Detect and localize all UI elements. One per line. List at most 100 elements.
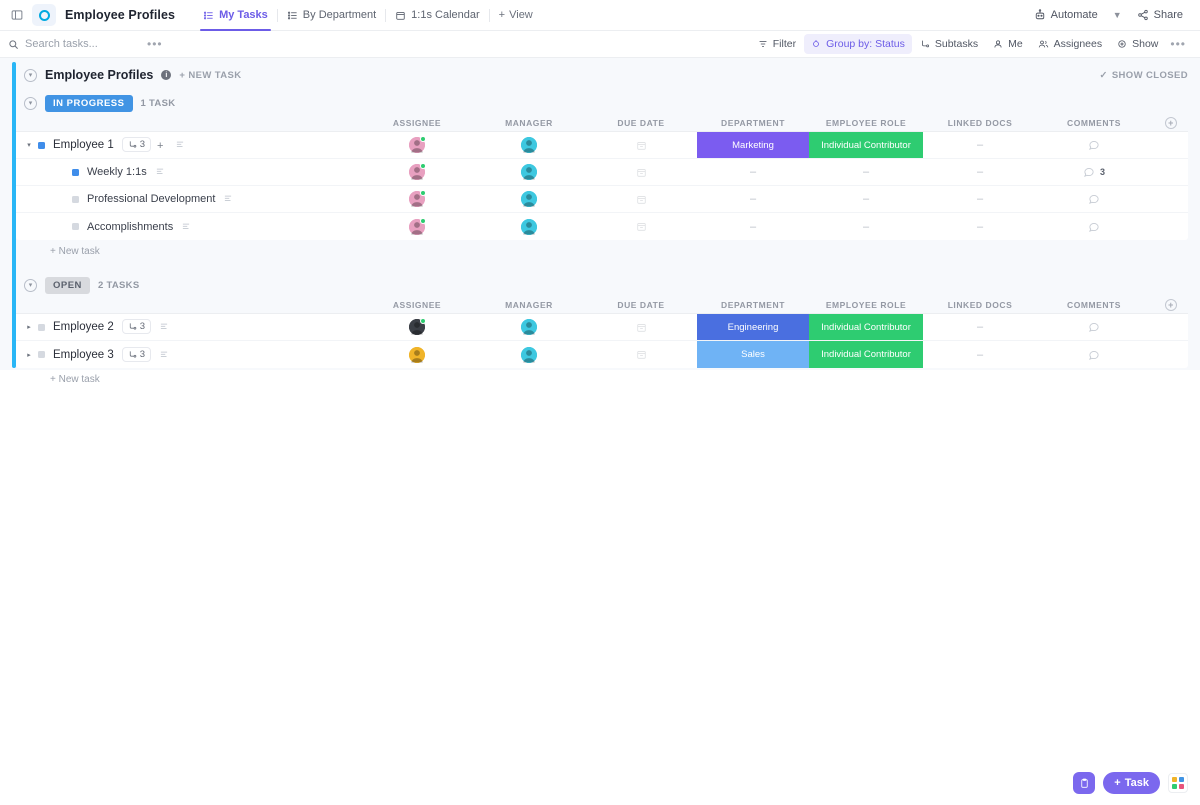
tab-by-department[interactable]: By Department: [278, 0, 385, 31]
assignee-cell[interactable]: [361, 159, 473, 185]
table-row[interactable]: ▸Employee 23EngineeringIndividual Contri…: [16, 314, 1188, 341]
task-description-icon[interactable]: [181, 221, 191, 233]
show-closed-button[interactable]: ✓ SHOW CLOSED: [1099, 70, 1188, 81]
linked-docs-cell[interactable]: –: [923, 186, 1037, 212]
task-description-icon[interactable]: [159, 321, 169, 333]
employee-role-empty[interactable]: –: [863, 166, 869, 178]
assignee-cell[interactable]: [361, 213, 473, 240]
filter-more-button[interactable]: •••: [1166, 37, 1190, 51]
subtasks-button[interactable]: Subtasks: [913, 34, 985, 54]
linked-docs-cell[interactable]: –: [923, 213, 1037, 240]
row-expand-toggle[interactable]: ▸: [24, 323, 34, 331]
department-empty[interactable]: –: [750, 221, 756, 233]
task-description-icon[interactable]: [175, 139, 185, 151]
automate-button[interactable]: Automate: [1027, 5, 1105, 25]
subtask-count-chip[interactable]: 3: [122, 347, 151, 362]
task-name-cell[interactable]: Weekly 1:1s: [16, 159, 361, 185]
assignee-avatar[interactable]: [409, 347, 425, 363]
row-expand-toggle[interactable]: ▸: [24, 351, 34, 359]
col-employee-role[interactable]: EMPLOYEE ROLE: [809, 114, 923, 131]
linked-docs-cell[interactable]: –: [923, 341, 1037, 368]
due-date-cell[interactable]: [585, 341, 697, 368]
col-department[interactable]: DEPARTMENT: [697, 114, 809, 131]
collapse-group-icon[interactable]: ▾: [24, 97, 37, 110]
new-task-header-button[interactable]: + NEW TASK: [179, 70, 241, 81]
employee-role-empty[interactable]: –: [863, 193, 869, 205]
task-status-square[interactable]: [72, 169, 79, 176]
col-manager[interactable]: MANAGER: [473, 296, 585, 313]
manager-avatar[interactable]: [521, 219, 537, 235]
search-more-button[interactable]: •••: [143, 37, 167, 51]
share-button[interactable]: Share: [1130, 5, 1190, 25]
col-assignee[interactable]: ASSIGNEE: [361, 296, 473, 313]
add-column-button[interactable]: +: [1151, 114, 1191, 131]
col-department[interactable]: DEPARTMENT: [697, 296, 809, 313]
task-status-square[interactable]: [38, 142, 45, 149]
row-expand-toggle[interactable]: ▾: [24, 141, 34, 149]
subtask-count-chip[interactable]: 3: [122, 319, 151, 334]
task-name-cell[interactable]: Professional Development: [16, 186, 361, 212]
col-manager[interactable]: MANAGER: [473, 114, 585, 131]
comments-cell[interactable]: [1088, 221, 1100, 233]
assignees-button[interactable]: Assignees: [1031, 34, 1109, 54]
due-date-cell[interactable]: [585, 186, 697, 212]
new-task-row[interactable]: + New task: [16, 368, 1188, 390]
assignee-cell[interactable]: [361, 341, 473, 368]
subtask-count-chip[interactable]: 3: [122, 137, 151, 152]
status-badge[interactable]: OPEN: [45, 277, 90, 294]
due-date-cell[interactable]: [585, 132, 697, 158]
comments-cell[interactable]: [1088, 321, 1100, 333]
linked-docs-cell[interactable]: –: [923, 159, 1037, 185]
tab-1-1s-calendar[interactable]: 1:1s Calendar: [386, 0, 489, 31]
col-due-date[interactable]: DUE DATE: [585, 114, 697, 131]
col-assignee[interactable]: ASSIGNEE: [361, 114, 473, 131]
task-name-cell[interactable]: ▾Employee 13+: [16, 132, 361, 158]
employee-role-cell[interactable]: Individual Contributor: [809, 341, 923, 368]
assignee-avatar[interactable]: [409, 137, 425, 153]
col-linked-docs[interactable]: LINKED DOCS: [923, 296, 1037, 313]
group-by-button[interactable]: Group by: Status: [804, 34, 912, 54]
collapse-panel-icon[interactable]: ▾: [24, 69, 37, 82]
department-tag[interactable]: Sales: [697, 341, 809, 368]
search-input[interactable]: [25, 38, 143, 50]
department-cell[interactable]: –: [697, 159, 809, 185]
manager-cell[interactable]: [473, 186, 585, 212]
due-date-cell[interactable]: [585, 159, 697, 185]
task-status-square[interactable]: [72, 196, 79, 203]
apps-grid-icon[interactable]: [1168, 773, 1188, 793]
assignee-avatar[interactable]: [409, 164, 425, 180]
task-status-square[interactable]: [38, 351, 45, 358]
status-badge[interactable]: IN PROGRESS: [45, 95, 133, 112]
comments-cell[interactable]: [1088, 139, 1100, 151]
employee-role-empty[interactable]: –: [863, 221, 869, 233]
task-description-icon[interactable]: [155, 166, 165, 178]
table-row[interactable]: Weekly 1:1s–––3: [16, 159, 1188, 186]
manager-avatar[interactable]: [521, 319, 537, 335]
employee-role-tag[interactable]: Individual Contributor: [809, 314, 923, 340]
employee-role-cell[interactable]: –: [809, 159, 923, 185]
task-name-cell[interactable]: ▸Employee 23: [16, 314, 361, 340]
department-cell[interactable]: –: [697, 186, 809, 212]
col-comments[interactable]: COMMENTS: [1037, 296, 1151, 313]
collapse-group-icon[interactable]: ▾: [24, 279, 37, 292]
department-empty[interactable]: –: [750, 193, 756, 205]
employee-role-cell[interactable]: Individual Contributor: [809, 314, 923, 340]
department-tag[interactable]: Marketing: [697, 132, 809, 158]
table-row[interactable]: ▾Employee 13+ MarketingIndividual Contrib…: [16, 132, 1188, 159]
col-due-date[interactable]: DUE DATE: [585, 296, 697, 313]
employee-role-tag[interactable]: Individual Contributor: [809, 132, 923, 158]
employee-role-cell[interactable]: Individual Contributor: [809, 132, 923, 158]
employee-role-cell[interactable]: –: [809, 213, 923, 240]
manager-cell[interactable]: [473, 341, 585, 368]
task-status-square[interactable]: [72, 223, 79, 230]
manager-cell[interactable]: [473, 213, 585, 240]
department-cell[interactable]: Marketing: [697, 132, 809, 158]
employee-role-tag[interactable]: Individual Contributor: [809, 341, 923, 368]
department-cell[interactable]: Sales: [697, 341, 809, 368]
new-task-row[interactable]: + New task: [16, 240, 1188, 262]
comments-cell[interactable]: [1088, 193, 1100, 205]
chevron-down-icon[interactable]: ▼: [1107, 6, 1128, 24]
tab-my-tasks[interactable]: My Tasks: [194, 0, 277, 31]
task-description-icon[interactable]: [159, 349, 169, 361]
assignee-avatar[interactable]: [409, 219, 425, 235]
